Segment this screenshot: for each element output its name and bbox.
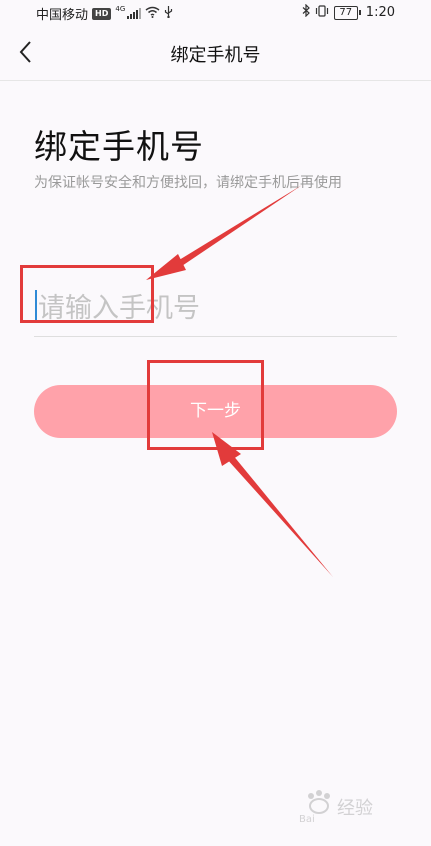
status-left: 中国移动 HD 4G [36,4,173,23]
battery-level: 77 [333,5,358,20]
nav-title: 绑定手机号 [170,45,261,66]
svg-text:经验: 经验 [337,798,373,819]
page-subtitle: 为保证帐号安全和方便找回，请绑定手机后再使用 [34,175,342,191]
battery-icon: 77 [333,5,361,20]
phone-input[interactable] [34,282,401,334]
bind-phone-screen: 中国移动 HD 4G 77 1:20 绑定手机号 绑定手机号 为保证帐号安全和方… [0,0,431,846]
hd-badge: HD [92,7,112,20]
carrier-name: 中国移动 [36,8,89,23]
svg-text:Bai: Bai [299,814,315,825]
bluetooth-icon [302,3,310,21]
nav-bar: 绑定手机号 [0,24,431,81]
text-caret [35,290,37,322]
phone-field [34,282,401,337]
status-time: 1:20 [365,5,395,20]
status-bar: 中国移动 HD 4G 77 1:20 [0,0,431,24]
next-step-button[interactable]: 下一步 [34,385,397,438]
annotation-arrow-2 [212,432,333,577]
network-type: 4G [115,5,126,13]
annotation-arrow-1 [146,185,302,280]
page-title: 绑定手机号 [34,127,204,166]
signal-icon [127,8,142,19]
status-right: 77 1:20 [302,3,395,21]
baidu-jingyan-watermark: Bai 经验 [299,790,373,825]
wifi-icon [145,6,160,22]
vibrate-icon [315,4,329,21]
usb-icon [164,5,173,22]
